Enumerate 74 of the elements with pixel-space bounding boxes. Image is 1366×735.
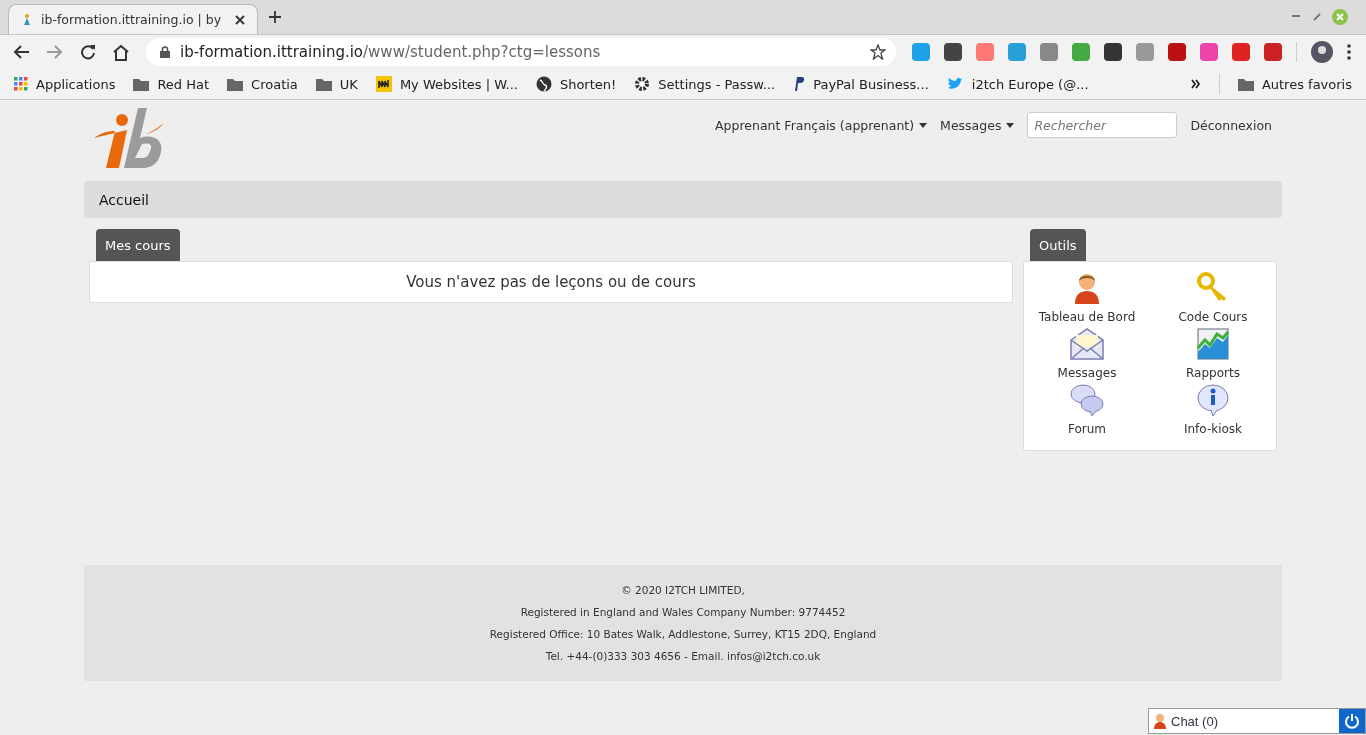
tool-link[interactable]: Messages [1024,328,1150,380]
lock-icon [160,46,170,58]
bookmark-item[interactable]: i2tch Europe (@... [946,76,1089,92]
close-window-icon[interactable] [1332,9,1348,25]
tool-link[interactable]: Info-kiosk [1150,384,1276,436]
tool-link[interactable]: Forum [1024,384,1150,436]
tool-link[interactable]: Tableau de Bord [1024,272,1150,324]
bookmark-item[interactable]: My Websites | W... [375,76,518,92]
bookmark-item[interactable]: Settings - Passw... [634,76,776,92]
tool-link[interactable]: Code Cours [1150,272,1276,324]
site-logo-icon [375,76,392,92]
tool-link[interactable]: Rapports [1150,328,1276,380]
address-bar[interactable]: ib-formation.ittraining.io/www/student.php?ctg=lessons [146,38,896,66]
restore-icon[interactable] [1312,12,1322,22]
bird-icon [946,77,964,91]
bookmark-item[interactable]: Red Hat [133,76,210,92]
user-menu[interactable]: Apprenant Français (apprenant) [715,117,928,133]
settings-icon [634,76,651,92]
key-icon [1197,272,1229,304]
envelope-icon [1070,328,1104,360]
logout-link[interactable]: Déconnexion [1190,117,1272,133]
search-field[interactable]: Rechercher [1027,112,1178,138]
footer-text: © 2020 I2TCH LIMITED, [620,584,746,596]
profile-avatar-icon[interactable] [1311,41,1333,63]
caret-icon [1006,122,1015,128]
close-tab-icon[interactable] [235,14,245,25]
bookmark-item[interactable]: Applications [14,76,116,92]
more-menu-icon[interactable] [1347,44,1351,60]
empty-message: Vous n'avez pas de leçons ou de cours [406,273,696,291]
grid-icon [14,77,28,91]
site-favicon-icon [21,12,33,27]
p-logo-icon [793,76,806,92]
minimize-icon[interactable] [1292,15,1302,19]
info-icon [1197,384,1229,416]
extension-icon[interactable] [1264,43,1282,61]
power-icon [1344,713,1360,729]
extension-icon[interactable] [1232,43,1250,61]
forward-icon[interactable] [46,44,64,60]
reload-icon[interactable] [80,44,96,60]
bookmark-item[interactable]: Autres favoris [1237,76,1352,92]
chat-bar[interactable]: Chat (0) [1148,708,1366,734]
extension-icon[interactable] [944,43,962,61]
person-icon [1153,713,1167,729]
footer-text: Tel. +44-(0)333 303 4656 - Email. infos@i2tch.co.uk [544,650,822,662]
panel-title: Mes cours [96,229,180,261]
ib-logo[interactable] [94,108,166,170]
back-icon[interactable] [12,44,30,60]
panel-title: Outils [1030,229,1086,261]
folder-icon [133,77,150,91]
browser-tab[interactable]: ib-formation.ittraining.io | by [8,4,258,34]
globe-icon [535,76,552,92]
bookmark-item[interactable]: PayPal Business... [793,76,929,92]
breadcrumb-link[interactable]: Accueil [99,191,149,208]
chart-icon [1197,328,1229,360]
chevron-double-icon[interactable] [1190,79,1201,89]
bookmark-item[interactable]: Shorten! [535,76,617,92]
folder-icon [315,77,332,91]
messages-menu[interactable]: Messages [940,117,1015,133]
folder-icon [1237,77,1254,91]
home-icon[interactable] [112,43,130,61]
star-icon[interactable] [870,44,886,60]
new-tab-icon[interactable] [268,10,282,24]
footer-text: Registered Office: 10 Bates Walk, Addlestone, Surrey, KT15 2DQ, England [488,628,878,640]
speech-bubbles-icon [1070,384,1104,416]
person-icon [1073,272,1101,304]
bookmark-item[interactable]: Croatia [227,76,298,92]
chat-label: Chat (0) [1171,713,1218,729]
footer-text: Registered in England and Wales Company Number: 9774452 [519,606,847,618]
extension-icon[interactable] [1168,43,1186,61]
extension-icon[interactable] [1104,43,1122,61]
power-button[interactable] [1339,709,1365,733]
caret-icon [919,122,928,128]
bookmark-item[interactable]: UK [315,76,358,92]
folder-icon [227,77,244,91]
